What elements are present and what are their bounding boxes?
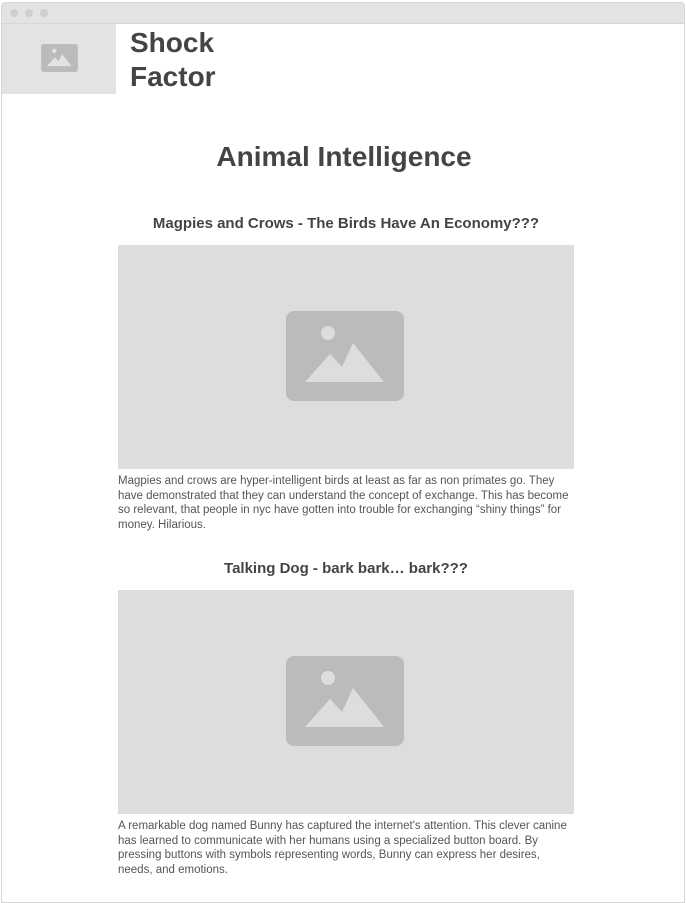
site-title[interactable]: Shock Factor — [130, 26, 240, 94]
article-heading[interactable]: Talking Dog - bark bark… bark??? — [118, 559, 574, 579]
image-placeholder-icon — [41, 44, 78, 72]
window-dot-icon[interactable] — [10, 9, 18, 17]
site-header: Shock Factor — [2, 24, 684, 94]
image-placeholder-icon — [286, 656, 404, 746]
article-body: Magpies and crows are hyper-intelligent … — [118, 475, 569, 531]
article-body: A remarkable dog named Bunny has capture… — [118, 820, 567, 876]
image-placeholder-icon — [286, 311, 404, 401]
article-heading[interactable]: Magpies and Crows - The Birds Have An Ec… — [118, 214, 574, 234]
page-title: Animal Intelligence — [216, 141, 472, 172]
logo[interactable] — [2, 24, 116, 94]
window-titlebar — [2, 3, 684, 24]
article-image — [118, 245, 574, 469]
window-dot-icon[interactable] — [25, 9, 33, 17]
article: Talking Dog - bark bark… bark??? A remar… — [118, 559, 574, 877]
article: Magpies and Crows - The Birds Have An Ec… — [118, 214, 574, 532]
window-dot-icon[interactable] — [40, 9, 48, 17]
browser-window: Shock Factor Animal Intelligence Magpies… — [1, 2, 685, 903]
article-image — [118, 590, 574, 814]
